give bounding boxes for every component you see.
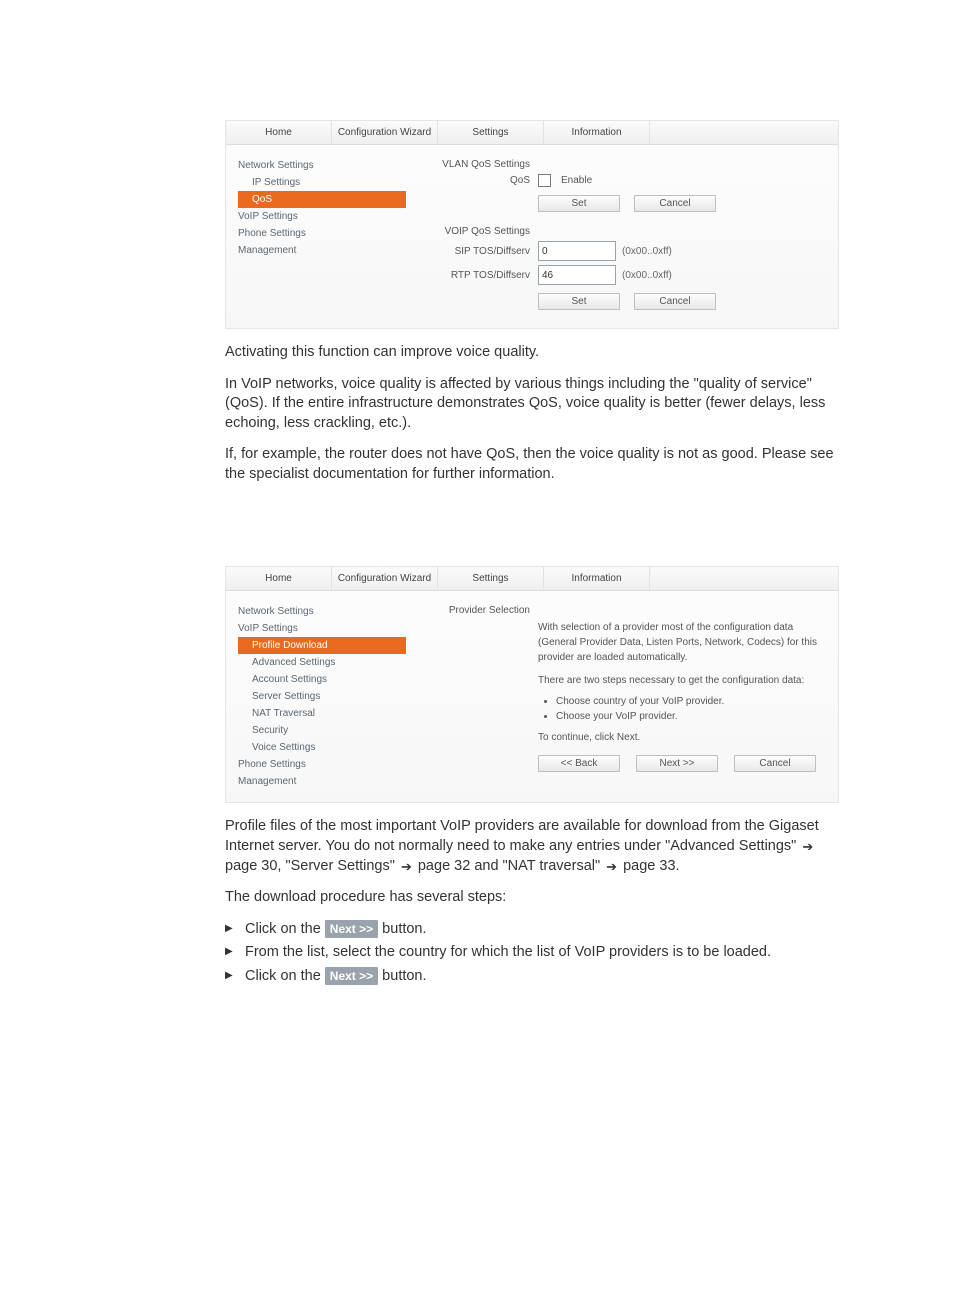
- step-2: From the list, select the country for wh…: [225, 943, 839, 963]
- sidebar-voip-settings[interactable]: VoIP Settings: [238, 208, 414, 225]
- paragraph-2: In VoIP networks, voice quality is affec…: [225, 375, 839, 434]
- sidebar: Network Settings IP Settings QoS VoIP Se…: [226, 145, 414, 328]
- qos-enable-checkbox[interactable]: [538, 174, 551, 187]
- sb2-management[interactable]: Management: [238, 773, 414, 790]
- sb2-security[interactable]: Security: [238, 722, 414, 739]
- next-button[interactable]: Next >>: [636, 755, 718, 772]
- back-button[interactable]: << Back: [538, 755, 620, 772]
- tab2-config-wizard[interactable]: Configuration Wizard: [332, 567, 438, 590]
- step-list: Click on the Next >> button. From the li…: [225, 920, 839, 987]
- step-3: Click on the Next >> button.: [225, 967, 839, 987]
- arrow-icon: ➔: [802, 838, 813, 856]
- sidebar-2: Network Settings VoIP Settings Profile D…: [226, 591, 414, 802]
- rtp-tos-input[interactable]: [538, 265, 616, 285]
- sb2-advanced-settings[interactable]: Advanced Settings: [238, 654, 414, 671]
- qos-label: QoS: [418, 175, 538, 186]
- sidebar-phone-settings[interactable]: Phone Settings: [238, 225, 414, 242]
- voip-set-button[interactable]: Set: [538, 293, 620, 310]
- tab-information[interactable]: Information: [544, 121, 650, 144]
- provider-desc-3: To continue, click Next.: [538, 730, 824, 745]
- sb2-voice-settings[interactable]: Voice Settings: [238, 739, 414, 756]
- voip-cancel-button[interactable]: Cancel: [634, 293, 716, 310]
- qos-settings-screenshot: Home Configuration Wizard Settings Infor…: [225, 120, 839, 329]
- sb2-nat-traversal[interactable]: NAT Traversal: [238, 705, 414, 722]
- sidebar-management[interactable]: Management: [238, 242, 414, 259]
- tab2-information[interactable]: Information: [544, 567, 650, 590]
- qos-content: VLAN QoS Settings QoS Enable Set Cancel: [414, 145, 838, 328]
- sb2-account-settings[interactable]: Account Settings: [238, 671, 414, 688]
- provider-selection-heading: Provider Selection: [418, 605, 538, 616]
- sb2-phone-settings[interactable]: Phone Settings: [238, 756, 414, 773]
- provider-bullet-2: Choose your VoIP provider.: [556, 709, 824, 724]
- sip-tos-hint: (0x00..0xff): [622, 246, 672, 257]
- tabs-bar-2: Home Configuration Wizard Settings Infor…: [226, 567, 838, 591]
- cancel-button[interactable]: Cancel: [734, 755, 816, 772]
- sip-tos-input[interactable]: [538, 241, 616, 261]
- sidebar-ip-settings[interactable]: IP Settings: [238, 174, 414, 191]
- provider-desc-1: With selection of a provider most of the…: [538, 620, 824, 665]
- tab-config-wizard[interactable]: Configuration Wizard: [332, 121, 438, 144]
- vlan-cancel-button[interactable]: Cancel: [634, 195, 716, 212]
- tabs-bar: Home Configuration Wizard Settings Infor…: [226, 121, 838, 145]
- provider-content: Provider Selection With selection of a p…: [414, 591, 838, 802]
- sip-tos-label: SIP TOS/Diffserv: [418, 246, 538, 257]
- sb2-server-settings[interactable]: Server Settings: [238, 688, 414, 705]
- provider-bullet-1: Choose country of your VoIP provider.: [556, 694, 824, 709]
- paragraph-5: The download procedure has several steps…: [225, 888, 839, 908]
- tab-home[interactable]: Home: [226, 121, 332, 144]
- paragraph-4: Profile files of the most important VoIP…: [225, 817, 839, 876]
- rtp-tos-hint: (0x00..0xff): [622, 270, 672, 281]
- arrow-icon: ➔: [606, 858, 617, 876]
- voip-qos-heading: VOIP QoS Settings: [418, 226, 538, 237]
- next-badge: Next >>: [325, 920, 378, 938]
- next-badge: Next >>: [325, 967, 378, 985]
- sidebar-qos[interactable]: QoS: [238, 191, 406, 208]
- sb2-profile-download[interactable]: Profile Download: [238, 637, 406, 654]
- provider-selection-screenshot: Home Configuration Wizard Settings Infor…: [225, 566, 839, 803]
- provider-desc-2: There are two steps necessary to get the…: [538, 673, 824, 688]
- arrow-icon: ➔: [401, 858, 412, 876]
- sb2-voip-settings[interactable]: VoIP Settings: [238, 620, 414, 637]
- sidebar-network-settings[interactable]: Network Settings: [238, 157, 414, 174]
- sb2-network-settings[interactable]: Network Settings: [238, 603, 414, 620]
- rtp-tos-label: RTP TOS/Diffserv: [418, 270, 538, 281]
- tab-settings[interactable]: Settings: [438, 121, 544, 144]
- paragraph-1: Activating this function can improve voi…: [225, 343, 839, 363]
- qos-enable-label: Enable: [561, 175, 592, 186]
- step-1: Click on the Next >> button.: [225, 920, 839, 940]
- vlan-set-button[interactable]: Set: [538, 195, 620, 212]
- tab2-home[interactable]: Home: [226, 567, 332, 590]
- tab2-settings[interactable]: Settings: [438, 567, 544, 590]
- paragraph-3: If, for example, the router does not hav…: [225, 445, 839, 484]
- vlan-qos-heading: VLAN QoS Settings: [418, 159, 538, 170]
